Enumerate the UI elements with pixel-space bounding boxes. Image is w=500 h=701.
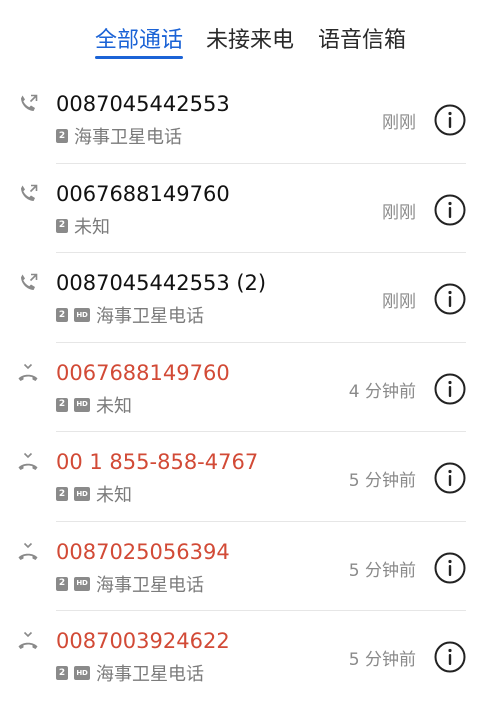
info-icon[interactable] bbox=[433, 372, 467, 406]
call-location: 海事卫星电话 bbox=[74, 127, 182, 148]
call-time: 4 分钟前 bbox=[348, 381, 416, 402]
sim-card-badge: 2 bbox=[56, 308, 68, 322]
sim-card-badge: 2 bbox=[56, 487, 68, 501]
call-log-row[interactable]: 0087045442553 2 海事卫星电话 刚刚 bbox=[0, 74, 500, 164]
call-time: 刚刚 bbox=[382, 113, 416, 133]
outgoing-call-icon bbox=[21, 94, 38, 111]
active-tab-indicator bbox=[95, 56, 183, 59]
call-number: 0087045442553 (2) bbox=[56, 271, 267, 295]
info-icon[interactable] bbox=[433, 193, 467, 227]
call-details: 2 HD 海事卫星电话 bbox=[56, 303, 204, 327]
call-log-tabs: 全部通话 未接来电 语音信箱 bbox=[0, 0, 500, 70]
missed-call-icon bbox=[18, 631, 38, 649]
call-time: 5 分钟前 bbox=[348, 650, 416, 670]
call-time: 5 分钟前 bbox=[348, 560, 416, 581]
call-details: 2 HD 未知 bbox=[56, 482, 132, 506]
call-log-list: 0087045442553 2 海事卫星电话 刚刚 0067688149760 … bbox=[0, 74, 500, 701]
sim-card-badge: 2 bbox=[56, 666, 68, 680]
hd-badge: HD bbox=[74, 308, 90, 322]
call-number: 0087025056394 bbox=[56, 539, 230, 564]
tab-missed-calls[interactable]: 未接来电 bbox=[206, 22, 294, 54]
call-log-row[interactable]: 00 1 855-858-4767 2 HD 未知 5 分钟前 bbox=[0, 432, 500, 522]
call-details: 2 海事卫星电话 bbox=[56, 124, 182, 148]
call-location: 海事卫星电话 bbox=[96, 574, 204, 596]
call-time: 刚刚 bbox=[382, 202, 416, 223]
missed-call-icon bbox=[18, 363, 38, 381]
call-log-row[interactable]: 0087025056394 2 HD 海事卫星电话 5 分钟前 bbox=[0, 522, 500, 611]
sim-card-badge: 2 bbox=[56, 397, 68, 412]
call-log-row[interactable]: 0087045442553 (2) 2 HD 海事卫星电话 刚刚 bbox=[0, 253, 500, 343]
call-details: 2 HD 海事卫星电话 bbox=[56, 661, 204, 685]
info-icon[interactable] bbox=[433, 461, 467, 495]
hd-badge: HD bbox=[74, 397, 90, 412]
call-number: 0087003924622 bbox=[56, 629, 230, 653]
tab-all-calls[interactable]: 全部通话 bbox=[95, 22, 183, 54]
call-location: 未知 bbox=[96, 395, 132, 417]
missed-call-icon bbox=[18, 452, 38, 470]
tab-voicemail[interactable]: 语音信箱 bbox=[318, 22, 406, 54]
sim-card-badge: 2 bbox=[56, 576, 68, 591]
info-icon[interactable] bbox=[433, 282, 467, 316]
call-log-row[interactable]: 0087003924622 2 HD 海事卫星电话 5 分钟前 bbox=[0, 611, 500, 701]
call-time: 刚刚 bbox=[382, 292, 416, 312]
call-location: 海事卫星电话 bbox=[96, 664, 204, 685]
call-location: 未知 bbox=[74, 216, 110, 238]
call-number: 0067688149760 bbox=[56, 181, 230, 206]
call-number: 0087045442553 bbox=[56, 92, 230, 116]
info-icon[interactable] bbox=[433, 551, 467, 585]
sim-card-badge: 2 bbox=[56, 218, 68, 233]
info-icon[interactable] bbox=[433, 103, 467, 137]
hd-badge: HD bbox=[74, 576, 90, 591]
missed-call-icon bbox=[18, 542, 38, 560]
call-log-row[interactable]: 0067688149760 2 HD 未知 4 分钟前 bbox=[0, 343, 500, 432]
call-details: 2 未知 bbox=[56, 214, 110, 238]
call-location: 海事卫星电话 bbox=[96, 306, 204, 327]
call-location: 未知 bbox=[96, 485, 132, 506]
sim-card-badge: 2 bbox=[56, 129, 68, 143]
outgoing-call-icon bbox=[21, 273, 38, 290]
info-icon[interactable] bbox=[433, 640, 467, 674]
call-time: 5 分钟前 bbox=[348, 471, 416, 491]
hd-badge: HD bbox=[74, 666, 90, 680]
call-number: 00 1 855-858-4767 bbox=[56, 450, 259, 474]
call-number: 0067688149760 bbox=[56, 360, 230, 385]
hd-badge: HD bbox=[74, 487, 90, 501]
call-log-row[interactable]: 0067688149760 2 未知 刚刚 bbox=[0, 164, 500, 253]
call-details: 2 HD 未知 bbox=[56, 393, 132, 417]
outgoing-call-icon bbox=[21, 184, 38, 201]
call-details: 2 HD 海事卫星电话 bbox=[56, 572, 204, 596]
